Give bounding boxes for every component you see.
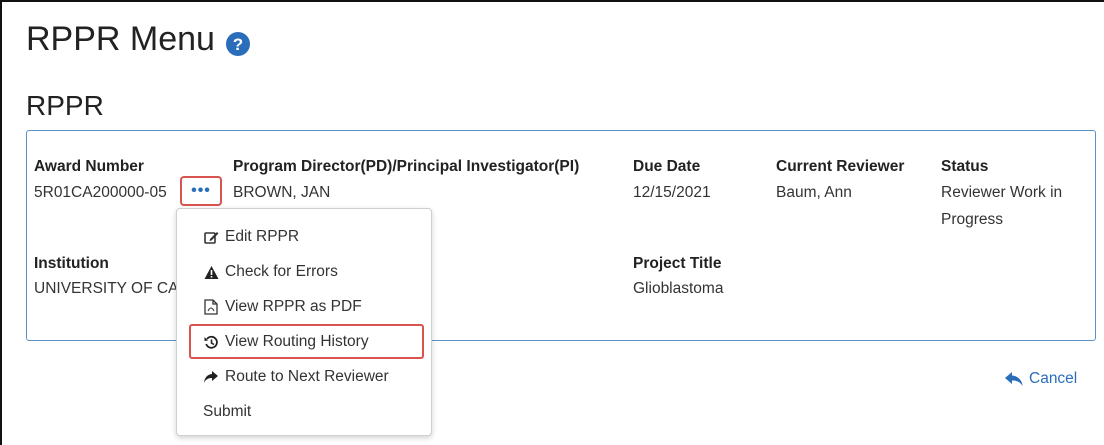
menu-item-label: Edit RPPR [225, 228, 300, 245]
menu-item-label: View RPPR as PDF [225, 298, 362, 315]
page-title: RPPR Menu [26, 20, 215, 58]
status-value-line1: Reviewer Work in [941, 184, 1063, 201]
menu-item-label: Route to Next Reviewer [225, 368, 389, 385]
status-value-line2: Progress [941, 211, 1004, 228]
edit-icon [203, 229, 219, 245]
menu-item-edit-rppr[interactable]: Edit RPPR [177, 220, 431, 254]
current-reviewer-value: Baum, Ann [776, 184, 852, 201]
project-title-label: Project Title [633, 255, 722, 272]
reply-icon [1004, 371, 1024, 387]
menu-item-check-errors[interactable]: Check for Errors [177, 255, 431, 289]
award-number-label: Award Number [34, 158, 144, 175]
warning-icon [203, 264, 219, 280]
menu-item-view-routing-history[interactable]: View Routing History [177, 325, 431, 359]
cancel-link[interactable]: Cancel [1004, 370, 1077, 388]
current-reviewer-label: Current Reviewer [776, 158, 905, 175]
project-title-value: Glioblastoma [633, 280, 724, 297]
institution-label: Institution [34, 255, 109, 272]
ellipsis-icon: ••• [191, 182, 211, 199]
page-title-row: RPPR Menu ? [26, 20, 251, 59]
menu-item-label: Check for Errors [225, 263, 338, 280]
menu-item-label: View Routing History [225, 333, 369, 350]
menu-item-label: Submit [203, 403, 252, 420]
question-circle-icon[interactable]: ? [225, 27, 251, 56]
institution-value: UNIVERSITY OF CA [34, 280, 179, 297]
menu-item-view-pdf[interactable]: View RPPR as PDF [177, 290, 431, 324]
rppr-actions-dropdown: Edit RPPR Check for Errors View RPPR as … [176, 208, 432, 436]
pdf-icon [203, 299, 219, 315]
pd-pi-label: Program Director(PD)/Principal Investiga… [233, 158, 580, 175]
due-date-label: Due Date [633, 158, 701, 175]
svg-text:?: ? [233, 35, 243, 54]
due-date-value: 12/15/2021 [633, 184, 711, 201]
menu-item-submit[interactable]: Submit [177, 395, 431, 429]
share-icon [203, 369, 219, 385]
pd-pi-value: BROWN, JAN [233, 184, 331, 201]
section-title: RPPR [26, 90, 104, 121]
status-label: Status [941, 158, 989, 175]
actions-menu-button[interactable]: ••• [180, 176, 222, 206]
cancel-label: Cancel [1029, 370, 1078, 387]
award-number-value: 5R01CA200000-05 [34, 184, 167, 201]
menu-item-route-next-reviewer[interactable]: Route to Next Reviewer [177, 360, 431, 394]
history-icon [203, 334, 219, 350]
